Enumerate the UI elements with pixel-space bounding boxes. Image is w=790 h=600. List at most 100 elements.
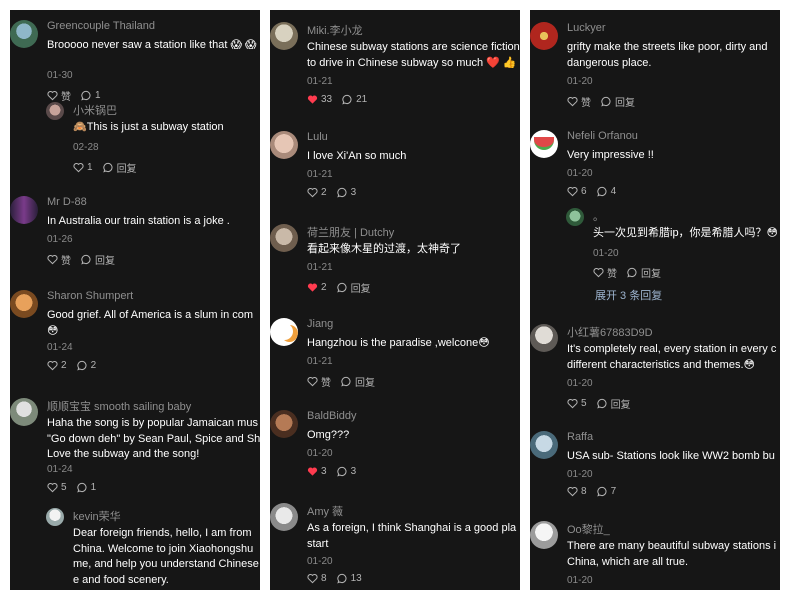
comments-panel-2: Miki.李小龙 Chinese subway stations are sci… (270, 10, 520, 590)
expand-replies-link[interactable]: 展开 3 条回复 (595, 287, 662, 303)
like-button[interactable]: 6 (567, 186, 587, 197)
comment-author[interactable]: Sharon Shumpert (47, 290, 133, 302)
comment-author[interactable]: Miki.李小龙 (307, 22, 363, 38)
comment-text: grifty make the streets like poor, dirty… (567, 41, 768, 69)
reply-button[interactable]: 21 (342, 94, 367, 105)
like-button[interactable]: 33 (307, 94, 332, 105)
reply-button[interactable]: 回复 (601, 94, 635, 109)
avatar[interactable] (270, 410, 298, 438)
heart-outline-icon (307, 573, 318, 584)
avatar[interactable] (270, 318, 298, 346)
reply-count: 3 (350, 187, 357, 198)
like-button[interactable]: 赞 (47, 252, 71, 267)
like-button[interactable]: 赞 (307, 374, 331, 389)
like-button[interactable]: 赞 (593, 265, 617, 280)
comment-date: 01-20 (593, 248, 619, 259)
heart-outline-icon (47, 360, 58, 371)
like-button[interactable]: 2 (307, 282, 327, 293)
comment-bubble-icon (336, 187, 348, 198)
reply-label: 回复 (355, 378, 375, 389)
reply-button[interactable]: 3 (336, 466, 356, 477)
like-count: 2 (61, 360, 67, 371)
comment-author[interactable]: Amy 薇 (307, 503, 343, 519)
like-button[interactable]: 8 (567, 486, 587, 497)
like-button[interactable]: 1 (73, 162, 93, 173)
comment-author[interactable]: kevin荣华 (73, 508, 121, 524)
avatar[interactable] (10, 196, 38, 224)
comment-author[interactable]: Nefeli Orfanou (567, 130, 638, 142)
comment-author[interactable]: BaldBiddy (307, 410, 357, 422)
comment-author[interactable]: Raffa (567, 431, 593, 443)
comment-author[interactable]: Jiang (307, 318, 333, 330)
comment-author[interactable]: 小红薯67883D9D (567, 324, 653, 340)
avatar[interactable] (530, 130, 558, 158)
comment-author[interactable]: 荷兰朋友 | Dutchy (307, 224, 394, 240)
comment-bubble-icon (596, 398, 608, 409)
avatar[interactable] (530, 324, 558, 352)
like-button[interactable]: 赞 (47, 88, 71, 103)
reply-count: 21 (356, 94, 368, 105)
like-label: 赞 (581, 98, 591, 109)
like-count: 6 (581, 186, 587, 197)
reply-button[interactable]: 回复 (341, 374, 375, 389)
like-button[interactable]: 2 (47, 360, 67, 371)
reply-button[interactable]: 3 (336, 187, 357, 198)
like-button[interactable]: 5 (567, 398, 587, 409)
heart-outline-icon (567, 398, 578, 409)
reply-button[interactable]: 1 (81, 90, 101, 101)
avatar[interactable] (46, 102, 64, 120)
comment-date: 01-21 (307, 262, 333, 273)
comment-author[interactable]: 。 (593, 208, 604, 224)
reply-button[interactable]: 1 (76, 482, 96, 493)
avatar[interactable] (270, 22, 298, 50)
reply-button[interactable]: 回复 (596, 396, 631, 411)
reply-button[interactable]: 回复 (81, 252, 115, 267)
avatar[interactable] (270, 224, 298, 252)
like-count: 33 (321, 94, 333, 105)
heart-outline-icon (307, 187, 318, 198)
comment-author[interactable]: Oo黎拉_ (567, 521, 610, 537)
comment-author[interactable]: Greencouple Thailand (47, 20, 155, 32)
comment-author[interactable]: 顺顺宝宝 smooth sailing baby (47, 398, 191, 414)
avatar[interactable] (530, 22, 558, 50)
comment-author[interactable]: Lulu (307, 131, 328, 143)
comment-bubble-icon (102, 162, 114, 173)
comment-author[interactable]: 小米锅巴 (73, 102, 117, 118)
like-button[interactable]: 8 (307, 573, 327, 584)
comment-text: Hangzhou is the paradise ,welcone😳 (307, 337, 490, 349)
comment-actions: 赞 回复 (567, 94, 635, 109)
like-button[interactable]: 3 (307, 466, 327, 477)
reply-button[interactable]: 回复 (336, 280, 371, 295)
avatar[interactable] (270, 131, 298, 159)
reply-button[interactable]: 4 (596, 186, 617, 197)
heart-outline-icon (593, 267, 604, 278)
comments-panel-3: Luckyer grifty make the streets like poo… (530, 10, 780, 590)
comment-text: 🙈This is just a subway station (73, 121, 224, 133)
reply-button[interactable]: 回复 (102, 160, 137, 175)
comment-text: USA sub- Stations look like WW2 bomb bu (567, 450, 775, 462)
avatar[interactable] (530, 521, 558, 549)
avatar[interactable] (10, 20, 38, 48)
avatar[interactable] (10, 398, 38, 426)
comment-author[interactable]: Mr D-88 (47, 196, 87, 208)
reply-button[interactable]: 7 (596, 486, 616, 497)
reply-count: 4 (610, 186, 617, 197)
avatar[interactable] (46, 508, 64, 526)
like-button[interactable]: 赞 (567, 94, 591, 109)
like-button[interactable]: 2 (307, 187, 327, 198)
reply-button[interactable]: 2 (76, 360, 96, 371)
like-button[interactable]: 5 (47, 482, 67, 493)
avatar[interactable] (10, 290, 38, 318)
avatar[interactable] (270, 503, 298, 531)
comment-actions: 1 回复 (73, 160, 137, 175)
comment-text: I love Xi'An so much (307, 150, 407, 162)
avatar[interactable] (530, 431, 558, 459)
comment-actions: 2 3 (307, 187, 356, 198)
comment-bubble-icon (627, 267, 638, 278)
comment-text: Good grief. All of America is a slum in … (47, 309, 254, 337)
reply-button[interactable]: 回复 (627, 265, 661, 280)
avatar[interactable] (566, 208, 584, 226)
comment-bubble-icon (596, 486, 608, 497)
reply-button[interactable]: 13 (336, 573, 362, 584)
comment-author[interactable]: Luckyer (567, 22, 606, 34)
